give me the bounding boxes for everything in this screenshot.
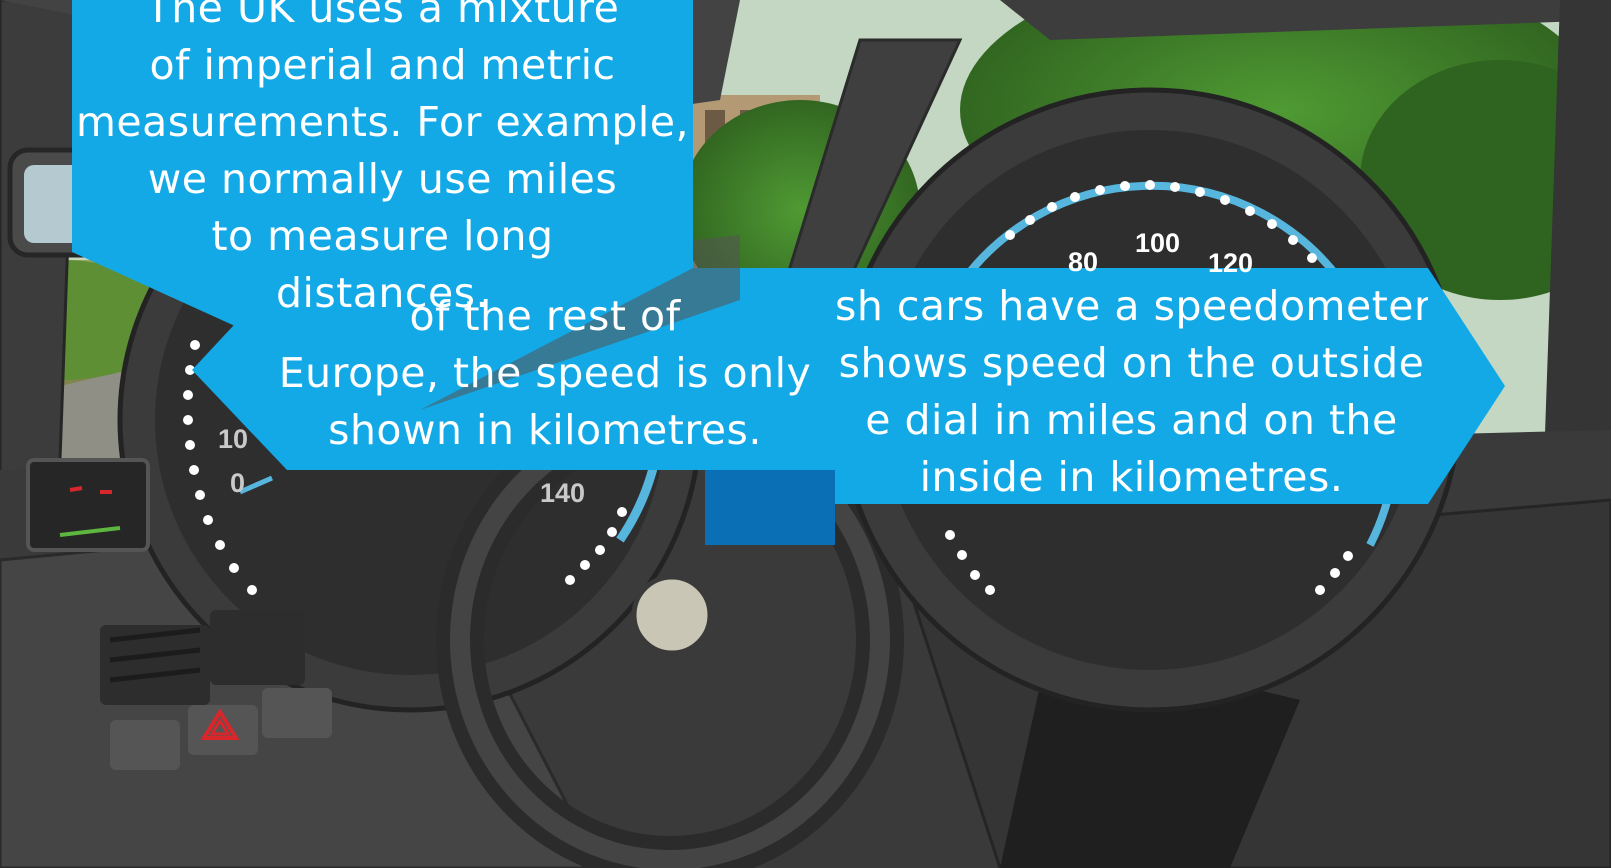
callout-uk-line-4: we normally use miles [147,155,618,203]
callout-europe-line-2: Europe, the speed is only [278,349,812,397]
callout-british-line-2: shows speed on the outside [838,339,1425,387]
callout-uk-line-2: of imperial and metric [149,41,616,89]
callout-british-line-1: sh cars have a speedometer [835,282,1428,330]
callout-british-text: sh cars have a speedometer shows speed o… [835,278,1428,506]
callout-uk-text: The UK uses a mixture of imperial and me… [72,0,693,322]
left-gauge-label-10: 10 [218,424,249,454]
callout-europe-line-3: shown in kilometres. [328,406,762,454]
right-gauge-label-120: 120 [1208,248,1254,278]
callout-british-line-4: inside in kilometres. [919,453,1344,501]
callout-british-line-3: e dial in miles and on the [865,396,1398,444]
callout-uk-line-3: measurements. For example, [75,98,690,146]
right-gauge-label-100: 100 [1135,228,1181,258]
callout-uk-line-5: to measure long [211,212,554,260]
left-gauge-label-0: 0 [230,468,246,498]
left-gauge-label-140: 140 [540,478,586,508]
radio-display [26,458,150,552]
callout-uk-line-1: The UK uses a mixture [145,0,620,32]
callout-uk-line-6: distances. [275,269,490,317]
right-gauge-label-80: 80 [1068,247,1099,277]
